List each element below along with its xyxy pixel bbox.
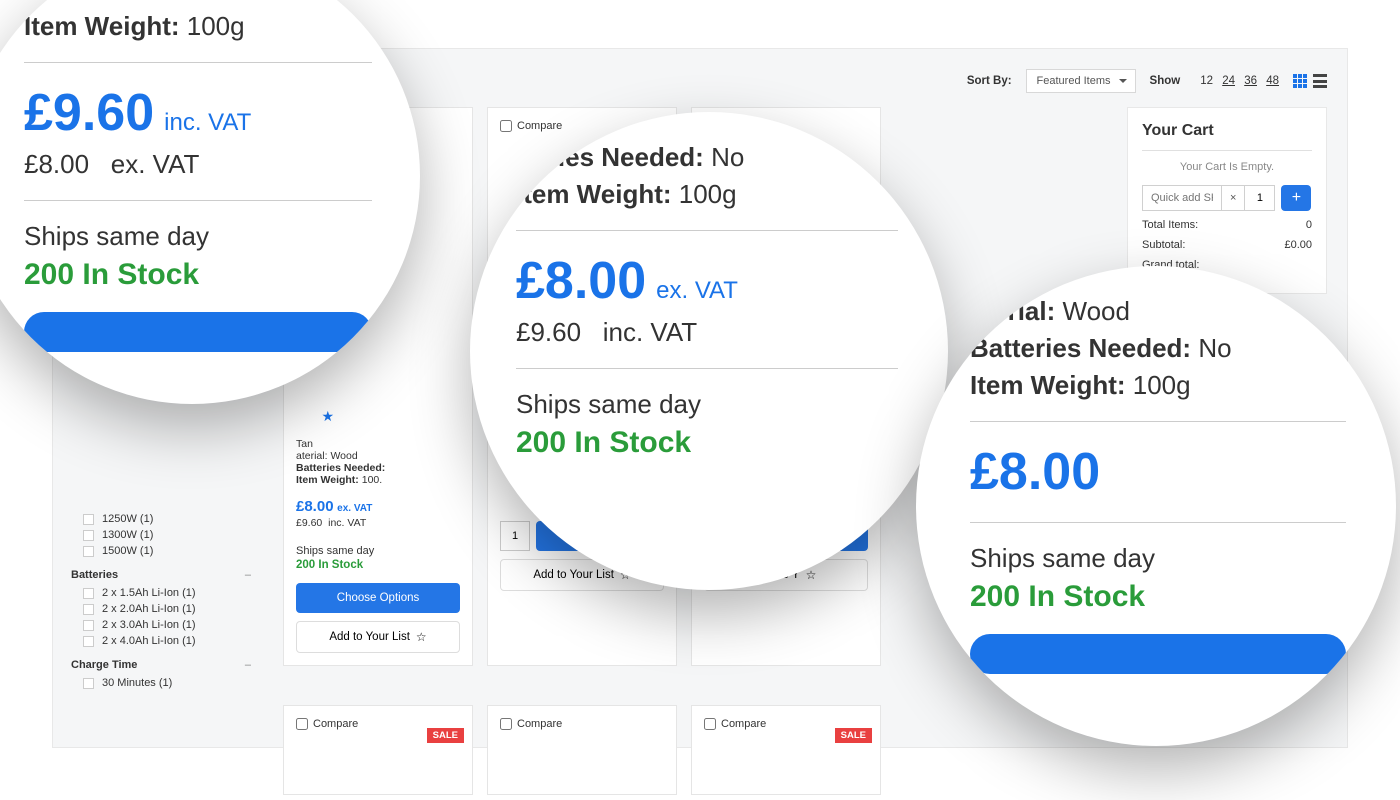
price-main: £8.00 — [970, 442, 1100, 502]
zoom-lens: aterial: Wood Batteries Needed: No Item … — [916, 266, 1396, 746]
show-12[interactable]: 12 — [1200, 75, 1213, 87]
product-card: Compare SALE — [691, 705, 881, 795]
add-to-list-button[interactable]: Add to Your List☆ — [296, 621, 460, 653]
stock-label: 200 In Stock — [296, 559, 460, 571]
cart-title: Your Cart — [1142, 122, 1312, 140]
grid-view-icon[interactable] — [1293, 74, 1307, 88]
sale-badge: SALE — [835, 728, 872, 743]
show-36[interactable]: 36 — [1244, 75, 1257, 87]
show-options: 12 24 36 48 — [1194, 75, 1279, 87]
price-main: £9.60 — [24, 83, 154, 143]
quick-add-sku-input[interactable] — [1142, 185, 1222, 211]
filter-option[interactable]: 2 x 3.0Ah Li-Ion (1) — [83, 619, 251, 631]
list-view-icon[interactable] — [1313, 74, 1327, 88]
filter-group-batteries[interactable]: Batteries– — [71, 569, 251, 581]
filter-option[interactable]: 30 Minutes (1) — [83, 677, 251, 689]
add-to-cart-button[interactable] — [970, 634, 1346, 674]
price-main: £8.00 — [296, 498, 334, 515]
filter-sidebar: 1250W (1) 1300W (1) 1500W (1) Batteries–… — [71, 509, 251, 693]
cart-empty: Your Cart Is Empty. — [1142, 161, 1312, 173]
filter-option[interactable]: 1500W (1) — [83, 545, 251, 557]
star-icon: ☆ — [416, 630, 427, 644]
show-24[interactable]: 24 — [1222, 75, 1235, 87]
qty-input[interactable] — [500, 521, 530, 551]
filter-group-charge[interactable]: Charge Time– — [71, 659, 251, 671]
filter-option[interactable]: 1250W (1) — [83, 513, 251, 525]
stock-label: 200 In Stock — [516, 426, 898, 460]
price-main: £8.00 — [516, 251, 646, 311]
filter-option[interactable]: 2 x 4.0Ah Li-Ion (1) — [83, 635, 251, 647]
filter-option[interactable]: 2 x 2.0Ah Li-Ion (1) — [83, 603, 251, 615]
show-48[interactable]: 48 — [1266, 75, 1279, 87]
product-card: Compare SALE — [283, 705, 473, 795]
toolbar: Sort By: Featured Items Show 12 24 36 48 — [967, 69, 1327, 93]
add-to-cart-button[interactable] — [24, 312, 372, 352]
filter-option[interactable]: 1300W (1) — [83, 529, 251, 541]
quick-add-qty-input[interactable] — [1245, 185, 1275, 211]
stock-label: 200 In Stock — [970, 580, 1346, 614]
sortby-label: Sort By: — [967, 75, 1012, 87]
quick-add-button[interactable]: + — [1281, 185, 1311, 211]
show-label: Show — [1150, 75, 1181, 87]
choose-options-button[interactable]: Choose Options — [296, 583, 460, 613]
filter-option[interactable]: 2 x 1.5Ah Li-Ion (1) — [83, 587, 251, 599]
compare-checkbox[interactable]: Compare — [500, 718, 664, 730]
star-icon: ★ — [321, 408, 334, 425]
product-card: Compare — [487, 705, 677, 795]
sortby-dropdown[interactable]: Featured Items — [1026, 69, 1136, 93]
multiply-icon: × — [1222, 185, 1245, 211]
stock-label: 200 In Stock — [24, 258, 372, 292]
zoom-lens: tteries Needed: No Item Weight: 100g £8.… — [470, 112, 948, 590]
sale-badge: SALE — [427, 728, 464, 743]
